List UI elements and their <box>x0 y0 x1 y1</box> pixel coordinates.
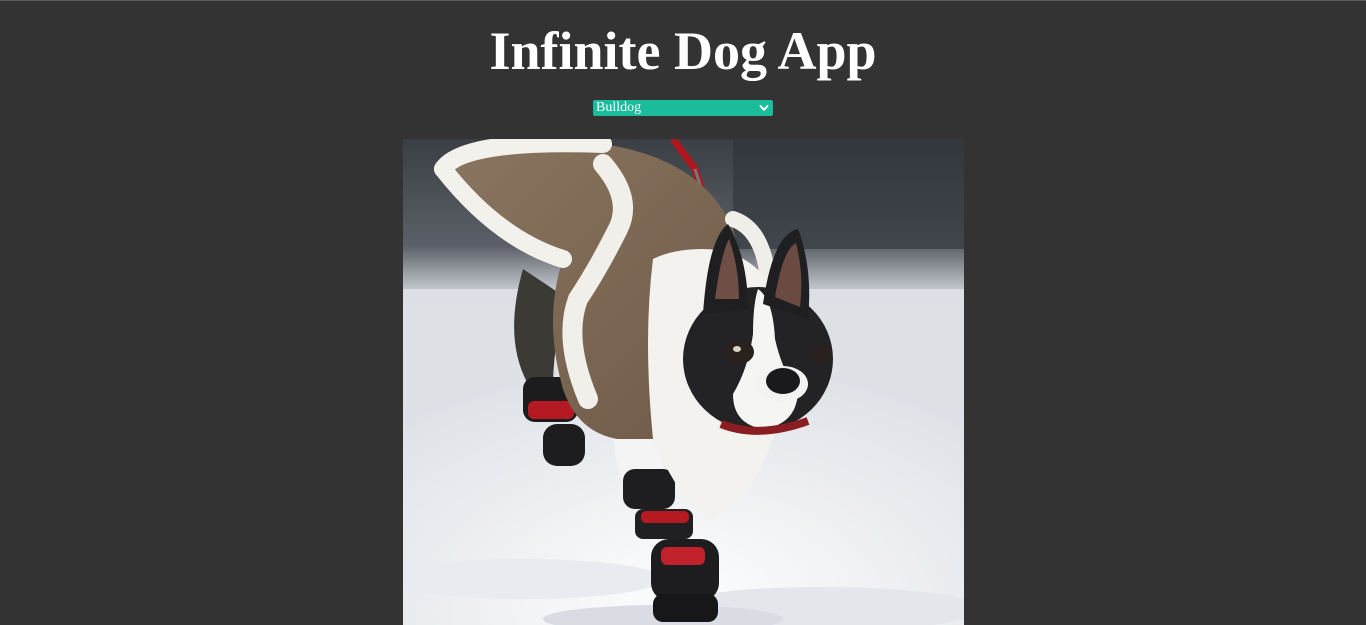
dog-photo <box>403 139 964 625</box>
top-divider <box>0 0 1366 1</box>
dog-photo-illustration <box>403 139 964 625</box>
page-title: Infinite Dog App <box>489 21 877 81</box>
chevron-down-icon <box>759 105 769 111</box>
app-page: Infinite Dog App Bulldog <box>0 0 1366 625</box>
breed-select-value: Bulldog <box>596 100 642 115</box>
breed-select[interactable]: Bulldog <box>593 100 773 116</box>
